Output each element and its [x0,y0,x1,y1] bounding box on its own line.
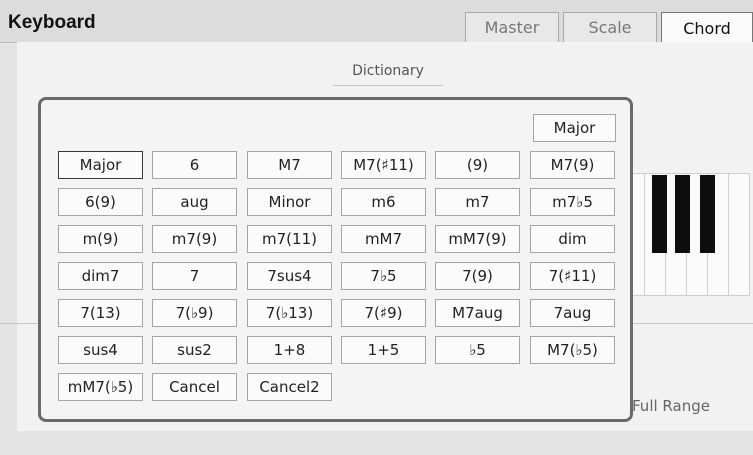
piano-black-key[interactable] [652,175,667,253]
chord-button[interactable]: 6 [152,151,237,179]
chord-button[interactable]: m(9) [58,225,143,253]
chord-button[interactable]: M7aug [435,299,520,327]
chord-button[interactable]: Cancel2 [247,373,332,401]
chord-button[interactable]: 7(9) [435,262,520,290]
piano-black-key[interactable] [675,175,690,253]
chord-button[interactable]: sus4 [58,336,143,364]
chord-button[interactable]: M7(♭5) [530,336,615,364]
chord-button[interactable]: 7(♯9) [341,299,426,327]
tab-chord[interactable]: Chord [661,12,753,43]
chord-button[interactable]: m7 [435,188,520,216]
chord-button[interactable]: M7(9) [530,151,615,179]
chord-button[interactable]: 7(♭9) [152,299,237,327]
header-bar: Keyboard Master Scale Chord [0,0,753,43]
dictionary-underline [333,85,443,86]
tab-master[interactable]: Master [465,12,559,42]
chord-button[interactable]: Minor [247,188,332,216]
chord-button[interactable]: mM7(9) [435,225,520,253]
chord-button[interactable]: 7 [152,262,237,290]
chord-button[interactable]: 1+8 [247,336,332,364]
page-title: Keyboard [8,12,96,33]
chord-button[interactable]: 7(♯11) [530,262,615,290]
chord-button[interactable]: mM7 [341,225,426,253]
chord-button[interactable]: 6(9) [58,188,143,216]
chord-button[interactable]: dim7 [58,262,143,290]
chord-button[interactable]: Major [58,151,143,179]
dictionary-label: Dictionary [352,63,424,79]
chord-button[interactable]: mM7(♭5) [58,373,143,401]
chord-dictionary-dialog: Major Major 6 M7 M7(♯11) (9) M7(9) 6(9) aug Mino… [38,97,633,422]
tab-scale[interactable]: Scale [563,12,657,42]
selected-chord-button[interactable]: Major [533,114,616,142]
chord-button[interactable]: M7 [247,151,332,179]
chord-button[interactable]: m6 [341,188,426,216]
chord-button[interactable]: m7♭5 [530,188,615,216]
chord-button[interactable]: 1+5 [341,336,426,364]
chord-button[interactable]: Cancel [152,373,237,401]
chord-button[interactable]: aug [152,188,237,216]
chord-button[interactable]: 7(♭13) [247,299,332,327]
chord-button[interactable]: 7aug [530,299,615,327]
chord-button[interactable]: dim [530,225,615,253]
chord-button[interactable]: (9) [435,151,520,179]
piano-keyboard[interactable] [623,173,753,296]
chord-button[interactable]: 7♭5 [341,262,426,290]
piano-white-key[interactable] [728,173,750,296]
chord-button[interactable]: sus2 [152,336,237,364]
chord-button[interactable]: M7(♯11) [341,151,426,179]
chord-button[interactable]: ♭5 [435,336,520,364]
chord-button[interactable]: m7(9) [152,225,237,253]
chord-button[interactable]: 7(13) [58,299,143,327]
full-range-label: Full Range [632,397,710,415]
piano-black-key[interactable] [700,175,715,253]
chord-button[interactable]: 7sus4 [247,262,332,290]
chord-button[interactable]: m7(11) [247,225,332,253]
